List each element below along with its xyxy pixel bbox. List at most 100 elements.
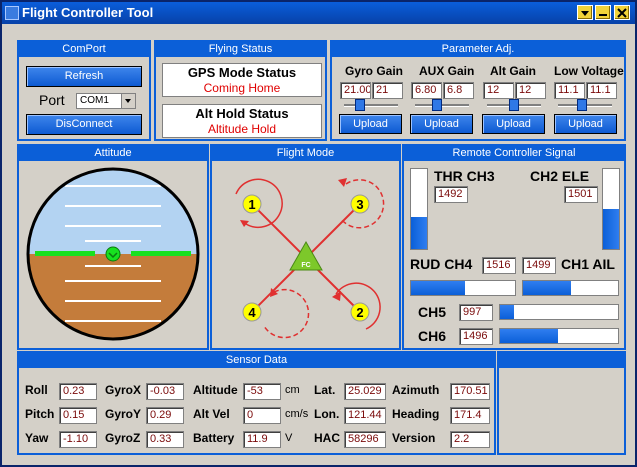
disconnect-button[interactable]: DisConnect <box>26 114 142 135</box>
motor-2-label: 2 <box>356 305 363 320</box>
ele-bar <box>602 168 620 250</box>
gyroz-value: 0.33 <box>146 431 184 448</box>
thr-label: THR CH3 <box>434 168 495 184</box>
aux-gain-input[interactable]: 6.80 <box>411 82 442 99</box>
altvel-label: Alt Vel <box>193 407 230 421</box>
ele-label: CH2 ELE <box>530 168 590 184</box>
roll-label: Roll <box>25 383 48 397</box>
ch5-label: CH5 <box>418 304 447 320</box>
ch6-value: 1496 <box>459 328 493 345</box>
thr-value: 1492 <box>434 186 468 203</box>
battery-value: 11.9 <box>243 431 281 448</box>
restore-button[interactable] <box>595 5 611 20</box>
aux-gain-upload-button[interactable]: Upload <box>410 114 473 134</box>
gyro-gain-label: Gyro Gain <box>345 64 404 78</box>
low-voltage-slider-thumb[interactable] <box>577 99 587 111</box>
gyroz-label: GyroZ <box>105 431 141 445</box>
aux-gain-current: 6.8 <box>443 82 474 99</box>
rc-header: Remote Controller Signal <box>404 146 624 161</box>
gps-status-title: GPS Mode Status <box>187 65 297 80</box>
heading-value: 171.4 <box>450 407 490 424</box>
gyrox-value: -0.03 <box>146 383 184 400</box>
sensor-panel: Sensor Data Roll 0.23 Pitch 0.15 Yaw -1.… <box>17 351 496 455</box>
parameter-panel: Parameter Adj. Gyro Gain 21.00 21 Upload… <box>330 40 626 141</box>
gyro-gain-slider-thumb[interactable] <box>355 99 365 111</box>
restore-icon <box>599 13 607 16</box>
battery-label: Battery <box>193 431 235 445</box>
pitch-value: 0.15 <box>59 407 97 424</box>
comport-header: ComPort <box>19 42 149 57</box>
low-voltage-label: Low Voltage <box>554 64 624 78</box>
alt-status-title: Alt Hold Status <box>195 106 289 121</box>
empty-panel <box>497 351 626 455</box>
gyroy-label: GyroY <box>105 407 142 421</box>
port-select[interactable]: COM1 <box>76 93 136 109</box>
gyrox-label: GyroX <box>105 383 142 397</box>
yaw-label: Yaw <box>25 431 49 445</box>
gyro-gain-current: 21 <box>372 82 403 99</box>
flight-mode-header: Flight Mode <box>212 146 399 161</box>
hac-label: HAC <box>314 431 340 445</box>
gyro-gain-input[interactable]: 21.00 <box>340 82 371 99</box>
alt-gain-label: Alt Gain <box>490 64 537 78</box>
gyro-gain-slider[interactable] <box>344 104 398 107</box>
alt-gain-slider-thumb[interactable] <box>509 99 519 111</box>
altvel-unit: cm/s <box>285 408 309 420</box>
ail-value: 1499 <box>522 257 556 274</box>
low-voltage-input[interactable]: 11.1 <box>554 82 585 99</box>
alt-status-box: Alt Hold Status Altitude Hold <box>162 104 322 138</box>
heading-label: Heading <box>392 407 440 421</box>
parameter-header: Parameter Adj. <box>332 42 624 57</box>
battery-unit: V <box>285 432 293 444</box>
attitude-header: Attitude <box>19 146 207 161</box>
ch6-bar-fill <box>500 329 558 343</box>
pitch-label: Pitch <box>25 407 55 421</box>
chevron-down-icon <box>125 99 131 103</box>
attitude-indicator <box>26 167 200 341</box>
empty-panel-header <box>499 353 624 368</box>
ch5-bar-fill <box>500 305 515 319</box>
rc-panel: Remote Controller Signal THR CH3 1492 CH… <box>402 144 626 350</box>
minimize-button[interactable] <box>577 5 593 20</box>
alt-gain-upload-button[interactable]: Upload <box>482 114 545 134</box>
gps-status-box: GPS Mode Status Coming Home <box>162 63 322 97</box>
dropdown-button[interactable] <box>121 94 135 108</box>
azimuth-value: 170.51 <box>450 383 490 400</box>
motor-4-label: 4 <box>248 305 256 320</box>
aux-gain-slider-thumb[interactable] <box>432 99 442 111</box>
altitude-label: Altitude <box>193 383 238 397</box>
aux-gain-label: AUX Gain <box>419 64 475 78</box>
ail-label: CH1 AIL <box>561 256 615 272</box>
lat-value: 25.029 <box>344 383 386 400</box>
thr-bar-fill <box>411 217 427 249</box>
ele-bar-fill <box>603 209 619 249</box>
flying-status-header: Flying Status <box>156 42 325 57</box>
window-title: Flight Controller Tool <box>22 5 154 20</box>
hac-value: 58296 <box>344 431 386 448</box>
version-label: Version <box>392 431 436 445</box>
aux-gain-slider[interactable] <box>415 104 469 107</box>
rud-value: 1516 <box>482 257 516 274</box>
ch5-bar <box>499 304 619 320</box>
rud-bar <box>410 280 516 296</box>
attitude-right-wing <box>131 251 191 256</box>
port-label: Port <box>39 92 65 108</box>
title-bar[interactable]: Flight Controller Tool <box>2 2 635 24</box>
altitude-unit: cm <box>285 384 300 396</box>
alt-gain-input[interactable]: 12 <box>483 82 514 99</box>
refresh-button[interactable]: Refresh <box>26 66 142 87</box>
ch6-label: CH6 <box>418 328 447 344</box>
attitude-center-marker <box>105 246 121 262</box>
main-window: Flight Controller Tool ComPort Refresh P… <box>0 0 637 467</box>
attitude-left-wing <box>35 251 95 256</box>
fc-center-label: FC <box>301 262 310 269</box>
roll-value: 0.23 <box>59 383 97 400</box>
low-voltage-upload-button[interactable]: Upload <box>554 114 617 134</box>
gyroy-value: 0.29 <box>146 407 184 424</box>
quad-diagram: FC 1 2 3 4 <box>235 178 385 339</box>
sensor-header: Sensor Data <box>19 353 494 368</box>
gyro-gain-upload-button[interactable]: Upload <box>339 114 402 134</box>
close-button[interactable] <box>614 5 630 20</box>
lon-label: Lon. <box>314 407 340 421</box>
attitude-panel: Attitude <box>17 144 209 350</box>
